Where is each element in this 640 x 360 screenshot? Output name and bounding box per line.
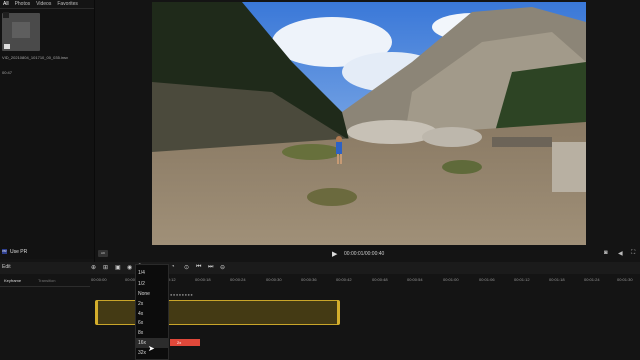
timecode: 00:00:01/00:00:40 xyxy=(344,251,385,257)
tab-photos[interactable]: Photos xyxy=(15,0,31,8)
speed-option[interactable]: 1/4 xyxy=(138,270,145,276)
mouse-cursor-icon: ➤ xyxy=(148,344,155,353)
ruler-tick: 00:01:06 xyxy=(479,277,495,282)
pr-icon: PR xyxy=(2,249,7,254)
split-icon[interactable]: ⊞ xyxy=(103,264,108,271)
ruler-tick: 00:00:42 xyxy=(336,277,352,282)
fullscreen-icon[interactable]: ⛶ xyxy=(631,250,635,257)
loop-icon[interactable]: ⊖ xyxy=(220,264,225,271)
thumbnail-badge xyxy=(3,12,9,18)
ruler-tick: 00:01:24 xyxy=(584,277,600,282)
quality-button[interactable]: HD xyxy=(98,250,108,257)
speed-option[interactable]: 2x xyxy=(138,301,143,307)
ruler-tick: 00:00:36 xyxy=(301,277,317,282)
speed-option[interactable]: 8x xyxy=(138,330,143,336)
speed-option[interactable]: 32x xyxy=(138,350,146,356)
speed-option-selected[interactable]: 16x xyxy=(138,340,146,346)
ruler-tick: 00:01:12 xyxy=(514,277,530,282)
clip-duration: 00:47 xyxy=(2,70,13,75)
clip-trim-right[interactable] xyxy=(337,300,340,325)
tab-keyframe[interactable]: Keyframe xyxy=(4,278,21,283)
next-icon[interactable]: ⏭ xyxy=(208,264,213,271)
ruler-tick: 00:00:18 xyxy=(195,277,211,282)
camera-icon[interactable]: ◙ xyxy=(604,250,608,256)
ruler-tick: 00:00:24 xyxy=(230,277,246,282)
clip-type-icon xyxy=(4,44,10,49)
crop-icon[interactable]: ▣ xyxy=(115,264,121,271)
prev-icon[interactable]: ⏮ xyxy=(196,264,201,271)
target-icon[interactable]: ⊕ xyxy=(91,264,96,271)
speed-option[interactable]: 6x xyxy=(138,320,143,326)
panel-divider xyxy=(94,0,95,262)
ruler-tick: 00:00:54 xyxy=(407,277,423,282)
tab-transition[interactable]: Transition xyxy=(38,278,55,283)
tab-videos[interactable]: Videos xyxy=(36,0,51,8)
ruler-tick: 00:01:18 xyxy=(549,277,565,282)
volume-icon[interactable]: ◀ xyxy=(618,250,623,257)
clock-icon[interactable]: ◔ xyxy=(171,264,175,270)
play-icon[interactable]: ▶ xyxy=(332,250,337,258)
clip-trim-left[interactable] xyxy=(95,300,98,325)
ruler-tick: 00:01:00 xyxy=(443,277,459,282)
speed-option[interactable]: 4x xyxy=(138,311,143,317)
tab-favorites[interactable]: Favorites xyxy=(57,0,78,8)
ruler-tick: 00:01:30 xyxy=(617,277,633,282)
ruler-tick: 00:00:48 xyxy=(372,277,388,282)
ruler-tick: 00:00:00 xyxy=(91,277,107,282)
speed-icon[interactable]: ◉ xyxy=(127,264,132,271)
preview-frame xyxy=(152,2,586,245)
keyframe-icon[interactable]: ⊙ xyxy=(184,264,189,271)
tab-all[interactable]: All xyxy=(3,0,9,8)
speed-segment[interactable]: 2x xyxy=(170,339,200,346)
video-preview[interactable] xyxy=(152,2,586,245)
edit-label: Edit xyxy=(2,264,11,270)
subtab-divider xyxy=(0,286,90,287)
timeline-clip[interactable] xyxy=(95,300,340,325)
speed-option[interactable]: 1/2 xyxy=(138,281,145,287)
keyframe-markers: ●●●●●●●● xyxy=(170,292,194,297)
use-pr-button[interactable]: Use PR xyxy=(10,249,27,255)
ruler-tick: 00:00:30 xyxy=(266,277,282,282)
speed-option[interactable]: None xyxy=(138,291,150,297)
library-tabs: All Photos Videos Favorites xyxy=(0,0,97,8)
clip-filename: VID_20210804_101710_00_035.insv xyxy=(2,55,69,60)
